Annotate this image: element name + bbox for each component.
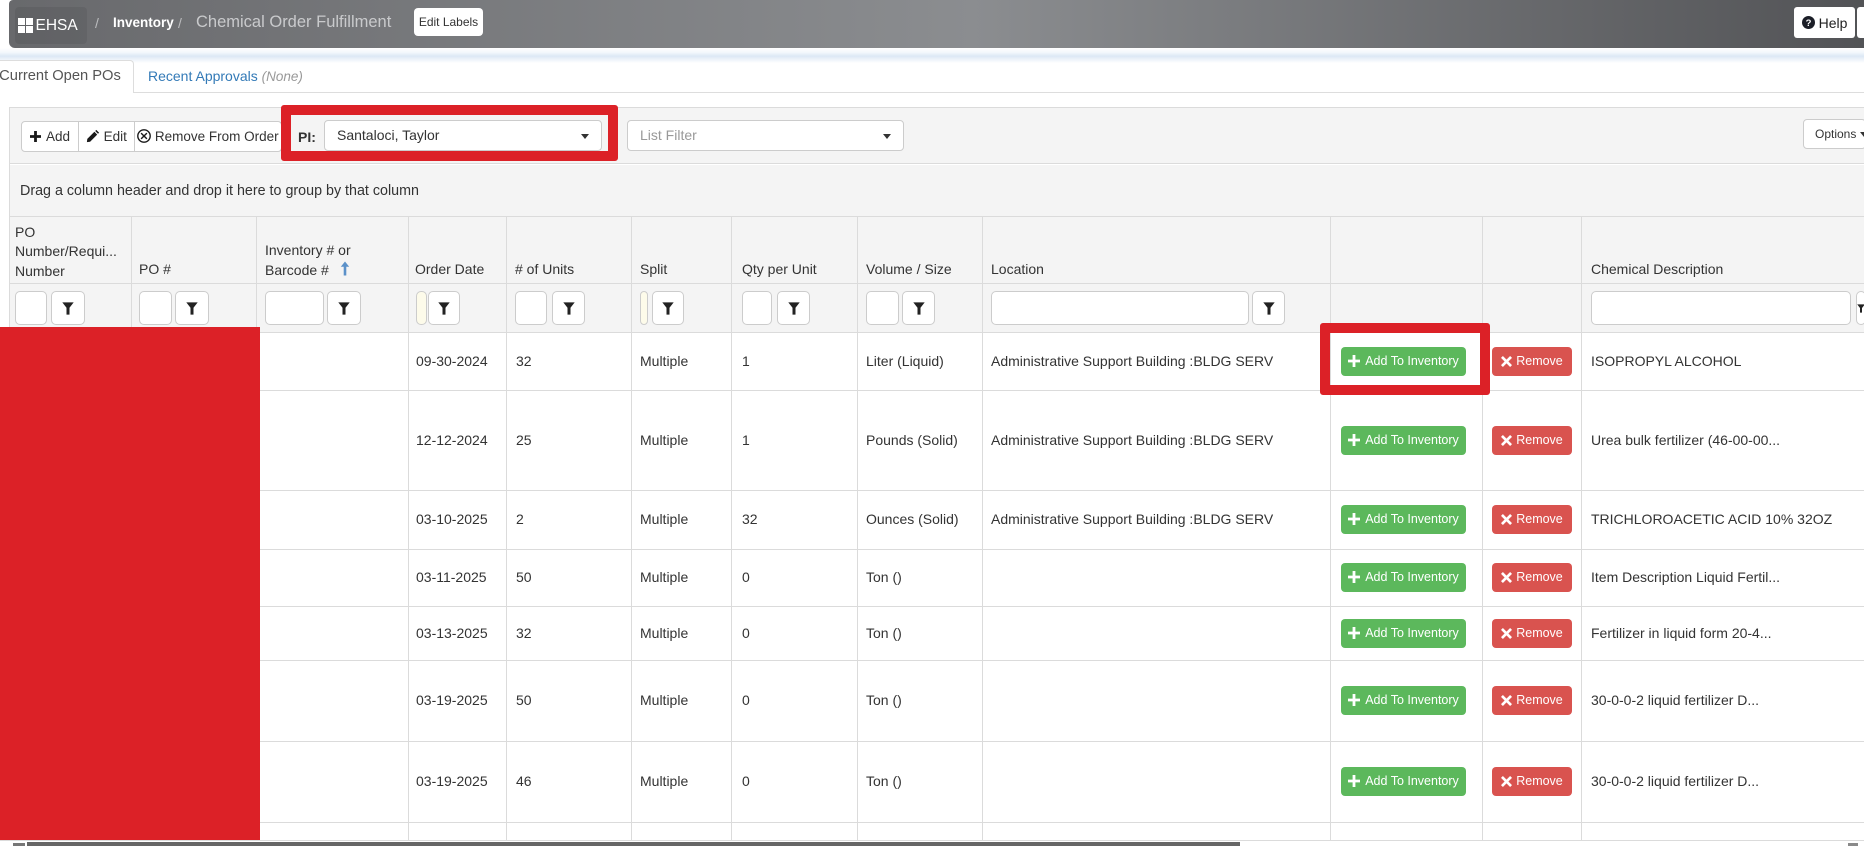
svg-text:?: ? bbox=[1805, 18, 1811, 29]
